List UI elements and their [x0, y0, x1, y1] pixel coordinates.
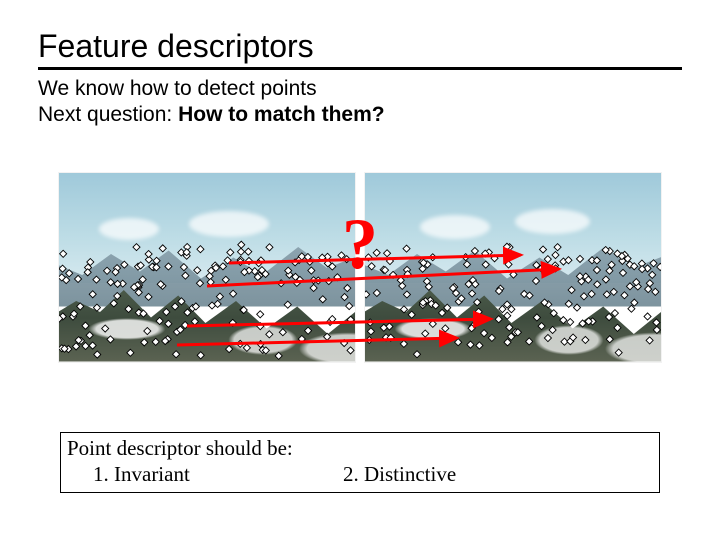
- intro-line-1: We know how to detect points: [38, 77, 317, 100]
- intro-text: We know how to detect points Next questi…: [38, 76, 682, 129]
- intro-line-2-prefix: Next question:: [38, 103, 178, 126]
- matching-figure: ?: [59, 173, 661, 362]
- descriptor-requirements-box: Point descriptor should be: 1. Invariant…: [60, 432, 660, 493]
- box-title: Point descriptor should be:: [67, 435, 653, 461]
- intro-line-2-bold: How to match them?: [178, 103, 385, 126]
- box-item-2: 2. Distinctive: [343, 461, 456, 487]
- question-mark: ?: [342, 203, 378, 286]
- page-title: Feature descriptors: [38, 28, 682, 65]
- box-item-1: 1. Invariant: [93, 461, 343, 487]
- title-divider: [38, 67, 682, 70]
